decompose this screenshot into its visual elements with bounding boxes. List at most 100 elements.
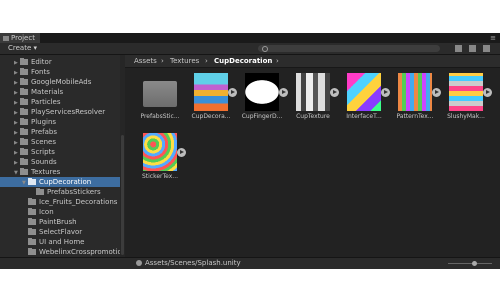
expand-subassets-icon[interactable]	[279, 88, 288, 97]
status-bar: Assets/Scenes/Splash.unity	[0, 257, 500, 269]
expand-subassets-icon[interactable]	[330, 88, 339, 97]
breadcrumb-textures[interactable]: Textures	[170, 55, 199, 67]
folder-icon	[36, 188, 44, 195]
tree-item-label: PrefabsStickers	[47, 188, 101, 196]
tree-item-label: PlayServicesResolver	[31, 108, 106, 116]
breadcrumb-separator: ›	[161, 57, 164, 65]
asset-label: SlushyMak...	[447, 113, 485, 120]
tree-item-label: Prefabs	[31, 128, 57, 136]
tree-item[interactable]: ▼ Textures	[0, 167, 60, 177]
asset-texture[interactable]: InterfaceT...	[341, 73, 390, 125]
asset-label: PatternTex...	[396, 113, 434, 120]
tree-item[interactable]: ▶ Scripts	[0, 147, 55, 157]
breadcrumb-separator: ›	[205, 57, 208, 65]
tree-item[interactable]: Ice_Fruits_Decorations	[0, 197, 117, 207]
selected-asset-path: Assets/Scenes/Splash.unity	[145, 259, 241, 267]
tree-item-label: Scripts	[31, 148, 55, 156]
favorite-star-icon[interactable]	[483, 45, 490, 52]
project-window: Project ≡ Create ▾ ▶ Editor ▶ Fonts ▶ GoogleM…	[0, 33, 500, 269]
expand-subassets-icon[interactable]	[432, 88, 441, 97]
tree-item[interactable]: ▶ Editor	[0, 57, 52, 67]
folder-icon	[20, 168, 28, 175]
toolbar: Create ▾	[0, 43, 500, 55]
asset-texture[interactable]: CupDecora...	[188, 73, 237, 125]
asset-label: CupDecora...	[191, 113, 231, 120]
folder-icon	[20, 158, 28, 165]
tree-item[interactable]: Icon	[0, 207, 54, 217]
tree-item-label: Editor	[31, 58, 52, 66]
tree-item-label: SelectFlavor	[39, 228, 83, 236]
asset-label: InterfaceT...	[346, 113, 382, 120]
folder-icon	[28, 178, 36, 185]
expand-subassets-icon[interactable]	[228, 88, 237, 97]
tree-item-label: UI and Home	[39, 238, 85, 246]
tree-item[interactable]: ▶ GoogleMobileAds	[0, 77, 91, 87]
folder-icon	[20, 138, 28, 145]
tree-item[interactable]: ▼ CupDecoration	[0, 177, 120, 187]
tree-item-label: Icon	[39, 208, 54, 216]
tree-item-label: PaintBrush	[39, 218, 77, 226]
tree-item[interactable]: ▶ Prefabs	[0, 127, 57, 137]
texture-thumbnail	[347, 73, 381, 111]
asset-browser: Assets › Textures › CupDecoration › Pref…	[125, 55, 500, 268]
project-tab-label: Project	[11, 34, 35, 42]
folder-icon	[20, 128, 28, 135]
breadcrumb-cupdecoration[interactable]: CupDecoration	[214, 55, 272, 67]
filter-by-label-icon[interactable]	[469, 45, 476, 52]
tree-item-label: WebelinxCrosspromotion	[39, 248, 127, 256]
asset-texture[interactable]: StickerTex...	[137, 133, 186, 185]
tree-item[interactable]: PrefabsStickers	[0, 187, 101, 197]
tree-item[interactable]: ▶ Scenes	[0, 137, 56, 147]
texture-thumbnail	[296, 73, 330, 111]
asset-texture[interactable]: SlushyMak...	[443, 73, 492, 125]
scene-icon	[136, 260, 142, 266]
tree-item[interactable]: SelectFlavor	[0, 227, 82, 237]
tree-item-label: Sounds	[31, 158, 57, 166]
asset-texture[interactable]: CupFingerD...	[239, 73, 288, 125]
tree-item-label: Plugins	[31, 118, 57, 126]
project-tab[interactable]: Project	[0, 33, 40, 43]
folder-icon	[3, 35, 9, 41]
filter-by-type-icon[interactable]	[455, 45, 462, 52]
asset-folder[interactable]: PrefabsStic...	[137, 73, 183, 125]
tree-item[interactable]: ▶ Fonts	[0, 67, 50, 77]
breadcrumb: Assets › Textures › CupDecoration ›	[125, 55, 500, 68]
folder-icon	[20, 78, 28, 85]
folder-icon	[143, 81, 177, 107]
texture-thumbnail	[398, 73, 432, 111]
tree-item[interactable]: ▶ Particles	[0, 97, 61, 107]
folder-icon	[28, 198, 36, 205]
zoom-slider[interactable]	[448, 261, 492, 266]
tree-item-label: Fonts	[31, 68, 50, 76]
expand-subassets-icon[interactable]	[483, 88, 492, 97]
expand-subassets-icon[interactable]	[381, 88, 390, 97]
tree-item[interactable]: ▶ Plugins	[0, 117, 56, 127]
tree-item[interactable]: PaintBrush	[0, 217, 77, 227]
search-input[interactable]	[258, 45, 440, 52]
folder-icon	[28, 248, 36, 255]
folder-icon	[20, 88, 28, 95]
expand-subassets-icon[interactable]	[177, 148, 186, 157]
asset-texture[interactable]: PatternTex...	[392, 73, 441, 125]
folder-icon	[28, 228, 36, 235]
zoom-slider-handle[interactable]	[472, 261, 478, 266]
breadcrumb-separator: ›	[276, 57, 279, 65]
create-button[interactable]: Create ▾	[8, 43, 37, 54]
folder-icon	[20, 58, 28, 65]
asset-texture[interactable]: CupTexture	[290, 73, 339, 125]
tree-item-label: GoogleMobileAds	[31, 78, 92, 86]
folder-icon	[20, 118, 28, 125]
texture-thumbnail	[245, 73, 279, 111]
tree-item-label: Particles	[31, 98, 61, 106]
tree-item[interactable]: ▶ Materials	[0, 87, 63, 97]
breadcrumb-assets[interactable]: Assets	[134, 55, 157, 67]
tree-item[interactable]: ▶ Sounds	[0, 157, 57, 167]
asset-label: CupFingerD...	[241, 113, 283, 120]
tab-menu-icon[interactable]: ≡	[490, 34, 496, 42]
folder-icon	[28, 218, 36, 225]
tree-item[interactable]: ▶ PlayServicesResolver	[0, 107, 105, 117]
tree-item[interactable]: UI and Home	[0, 237, 84, 247]
tree-item[interactable]: WebelinxCrosspromotion	[0, 247, 126, 257]
folder-icon	[20, 68, 28, 75]
scrollbar-thumb[interactable]	[121, 135, 124, 255]
